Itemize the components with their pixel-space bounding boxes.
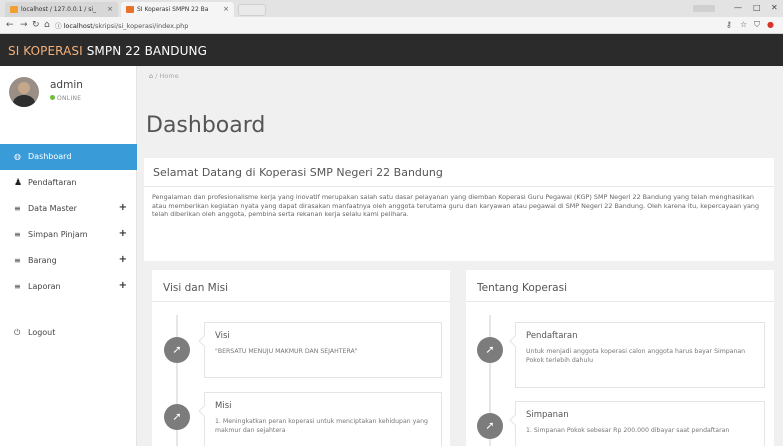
sidebar-item-simpan-pinjam[interactable]: ≡ Simpan Pinjam + xyxy=(0,222,137,248)
back-arrow-icon[interactable]: ← xyxy=(6,20,14,30)
avatar xyxy=(9,77,39,107)
minimize-icon[interactable]: — xyxy=(734,3,742,12)
misi-box: Misi 1. Meningkatkan peran koperasi untu… xyxy=(198,392,442,446)
divider xyxy=(144,186,774,187)
koperasi-favicon-icon xyxy=(126,6,134,13)
pin-icon: ➚ xyxy=(477,413,503,439)
pendaftaran-heading: Pendaftaran xyxy=(526,331,578,341)
misi-heading: Misi xyxy=(215,401,232,411)
reload-icon[interactable]: ↻ xyxy=(32,20,40,30)
sidebar-item-laporan[interactable]: ≡ Laporan + xyxy=(0,274,137,300)
sidebar-item-label: Pendaftaran xyxy=(28,178,77,187)
page-title: Dashboard xyxy=(146,113,266,138)
visi-body: "BERSATU MENUJU MAKMUR DAN SEJAHTERA" xyxy=(215,348,358,355)
card-title: Visi dan Misi xyxy=(163,282,229,294)
simpanan-body: 1. Simpanan Pokok sebesar Rp 200.000 dib… xyxy=(526,427,730,434)
sidebar-item-label: Dashboard xyxy=(28,152,72,161)
profile-tag xyxy=(693,5,715,12)
new-tab-button[interactable] xyxy=(238,4,266,16)
divider xyxy=(152,301,450,302)
key-icon[interactable]: ⚷ xyxy=(726,20,732,29)
home-icon[interactable]: ⌂ xyxy=(44,20,50,30)
visi-heading: Visi xyxy=(215,331,230,341)
sidebar-item-label: Data Master xyxy=(28,204,77,213)
visi-box: Visi "BERSATU MENUJU MAKMUR DAN SEJAHTER… xyxy=(198,322,442,378)
list-icon: ≡ xyxy=(14,230,21,239)
star-icon[interactable]: ☆ xyxy=(740,20,747,29)
user-name: admin xyxy=(50,79,83,91)
pendaftaran-box: Pendaftaran Untuk menjadi anggota kopera… xyxy=(509,322,765,388)
info-icon[interactable]: ⓘ xyxy=(55,22,62,30)
welcome-title: Selamat Datang di Koperasi SMP Negeri 22… xyxy=(153,166,443,179)
browser-address-bar: ← → ↻ ⌂ ⓘ localhost/skripsi/si_koperasi/… xyxy=(0,17,783,34)
user-icon: ♟ xyxy=(14,178,23,188)
welcome-text: Pengalaman dan profesionalisme kerja yan… xyxy=(152,193,760,219)
browser-tab-bar: localhost / 127.0.0.1 / si_ × SI Koperas… xyxy=(0,0,783,17)
expand-plus-icon[interactable]: + xyxy=(119,254,127,265)
sidebar-item-logout[interactable]: ⏻ Logout xyxy=(0,320,137,346)
pin-icon: ➚ xyxy=(164,404,190,430)
browser-tab-koperasi[interactable]: SI Koperasi SMPN 22 Ba × xyxy=(121,2,234,17)
shield-icon[interactable]: ⛉ xyxy=(754,20,760,30)
simpanan-heading: Simpanan xyxy=(526,410,569,420)
brand-title-part2: SMPN 22 BANDUNG xyxy=(86,44,207,58)
browser-tab-phpmyadmin[interactable]: localhost / 127.0.0.1 / si_ × xyxy=(5,2,118,17)
divider xyxy=(466,301,774,302)
tentang-koperasi-card: Tentang Koperasi ➚ Pendaftaran Untuk men… xyxy=(466,270,774,446)
maximize-icon[interactable]: □ xyxy=(753,3,761,12)
url-field[interactable]: ⓘ localhost/skripsi/si_koperasi/index.ph… xyxy=(55,20,188,30)
pin-icon: ➚ xyxy=(164,337,190,363)
list-icon: ≡ xyxy=(14,256,21,265)
pendaftaran-body: Untuk menjadi anggota koperasi calon ang… xyxy=(526,348,746,364)
tab-close-icon[interactable]: × xyxy=(223,5,229,13)
sidebar-item-label: Barang xyxy=(28,256,57,265)
home-icon[interactable]: ⌂ xyxy=(149,72,153,80)
sidebar-item-label: Logout xyxy=(28,328,56,337)
phpmyadmin-favicon-icon xyxy=(10,6,18,13)
expand-plus-icon[interactable]: + xyxy=(119,280,127,291)
sidebar-item-data-master[interactable]: ≡ Data Master + xyxy=(0,196,137,222)
close-window-icon[interactable]: ✕ xyxy=(771,3,778,12)
app-header: SI KOPERASI SMPN 22 BANDUNG xyxy=(0,34,783,66)
dashboard-icon: ◍ xyxy=(14,152,21,161)
sidebar-item-label: Laporan xyxy=(28,282,61,291)
breadcrumb-home[interactable]: Home xyxy=(160,72,179,80)
card-title: Tentang Koperasi xyxy=(477,282,568,294)
welcome-panel: Selamat Datang di Koperasi SMP Negeri 22… xyxy=(144,158,774,261)
sidebar-item-pendaftaran[interactable]: ♟ Pendaftaran xyxy=(0,170,137,196)
main-content: ⌂ / Home Dashboard Selamat Datang di Kop… xyxy=(137,66,783,446)
sidebar-item-dashboard[interactable]: ◍ Dashboard xyxy=(0,144,137,170)
expand-plus-icon[interactable]: + xyxy=(119,228,127,239)
sidebar-item-barang[interactable]: ≡ Barang + xyxy=(0,248,137,274)
breadcrumb: ⌂ / Home xyxy=(149,72,179,80)
forward-arrow-icon[interactable]: → xyxy=(20,20,28,30)
simpanan-box: Simpanan 1. Simpanan Pokok sebesar Rp 20… xyxy=(509,401,765,446)
breadcrumb-separator: / xyxy=(155,72,158,80)
tab-title: localhost / 127.0.0.1 / si_ xyxy=(21,6,97,13)
user-status: ONLINE xyxy=(50,95,81,102)
brand-title-part1: SI KOPERASI xyxy=(8,44,83,58)
tab-title: SI Koperasi SMPN 22 Ba xyxy=(137,6,209,13)
misi-body: 1. Meningkatkan peran koperasi untuk men… xyxy=(215,418,428,434)
url-host: localhost xyxy=(63,22,93,30)
online-dot-icon xyxy=(50,95,55,100)
sidebar: admin ONLINE ◍ Dashboard ♟ Pendaftaran ≡ Da… xyxy=(0,66,137,446)
url-path: /skripsi/si_koperasi/index.php xyxy=(92,22,189,30)
tab-close-icon[interactable]: × xyxy=(107,5,113,13)
sidebar-item-label: Simpan Pinjam xyxy=(28,230,88,239)
power-icon: ⏻ xyxy=(14,328,21,337)
pin-icon: ➚ xyxy=(477,337,503,363)
list-icon: ≡ xyxy=(14,282,21,291)
visi-misi-card: Visi dan Misi ➚ Visi "BERSATU MENUJU MAK… xyxy=(152,270,450,446)
list-icon: ≡ xyxy=(14,204,21,213)
extension-icon[interactable]: ● xyxy=(767,20,774,29)
brand-title[interactable]: SI KOPERASI SMPN 22 BANDUNG xyxy=(8,44,207,58)
expand-plus-icon[interactable]: + xyxy=(119,202,127,213)
